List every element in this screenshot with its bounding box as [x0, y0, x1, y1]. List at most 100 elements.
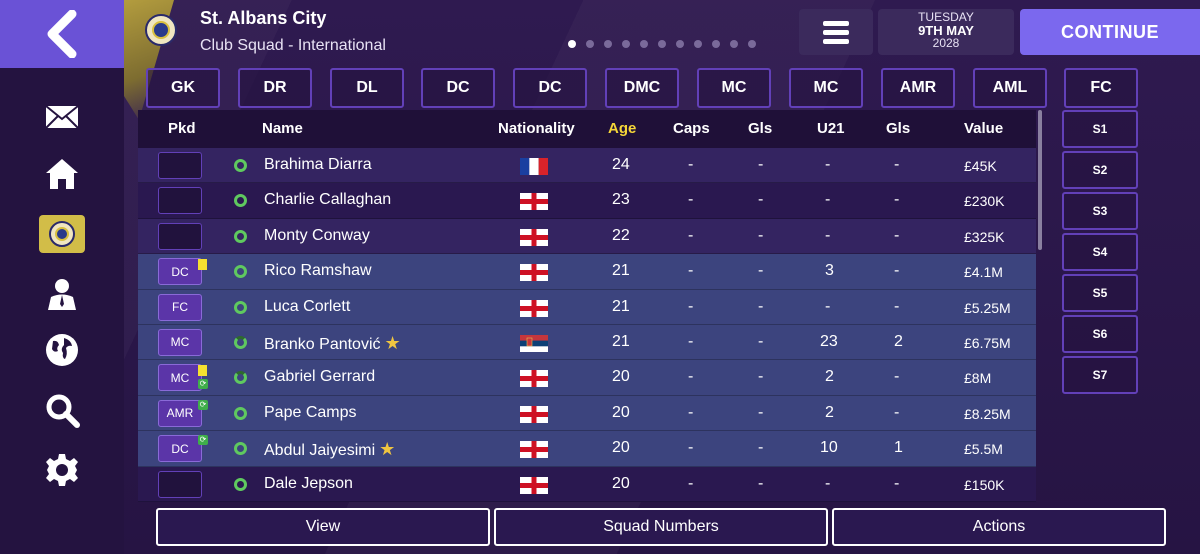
player-name[interactable]: Dale Jepson	[264, 475, 353, 493]
club-crest-icon	[39, 215, 85, 253]
player-u21-goals: -	[894, 474, 900, 492]
page-dot[interactable]	[658, 40, 666, 48]
col-u21[interactable]: U21	[817, 120, 845, 137]
page-dot[interactable]	[712, 40, 720, 48]
page-dot[interactable]	[568, 40, 576, 48]
settings-nav[interactable]	[39, 448, 85, 492]
player-name[interactable]: Rico Ramshaw	[264, 262, 372, 280]
world-nav[interactable]	[39, 328, 85, 372]
page-dot[interactable]	[748, 40, 756, 48]
position-slot-amr[interactable]: AMR	[881, 68, 955, 108]
table-row[interactable]: AMR ⟳ Pape Camps 20 - - 2 - £8.25M	[138, 395, 1036, 432]
view-button[interactable]: View	[156, 508, 490, 546]
position-slot-fc[interactable]: FC	[1064, 68, 1138, 108]
player-name[interactable]: Abdul Jaiyesimi ★	[264, 439, 395, 460]
sub-slot-s7[interactable]: S7	[1062, 356, 1138, 394]
table-row[interactable]: FC Luca Corlett 21 - - - - £5.25M	[138, 289, 1036, 325]
picked-position[interactable]: DC	[158, 435, 202, 463]
player-name[interactable]: Charlie Callaghan	[264, 191, 391, 209]
table-row[interactable]: DC ⟳ Abdul Jaiyesimi ★ 20 - - 10 1 £5.5M	[138, 431, 1036, 467]
picked-position[interactable]: AMR	[158, 399, 202, 427]
page-dot[interactable]	[640, 40, 648, 48]
player-name[interactable]: Monty Conway	[264, 227, 370, 245]
picked-position[interactable]: FC	[158, 293, 202, 321]
player-value: £5.25M	[964, 299, 1011, 316]
table-row[interactable]: Brahima Diarra 24 - - - - £45K	[138, 148, 1036, 184]
position-slot-gk[interactable]: GK	[146, 68, 220, 108]
picked-position[interactable]: MC	[158, 364, 202, 392]
player-age: 20	[612, 368, 630, 386]
page-dot[interactable]	[604, 40, 612, 48]
position-slot-aml[interactable]: AML	[973, 68, 1047, 108]
col-u21-gls[interactable]: Gls	[886, 120, 910, 137]
table-row[interactable]: MC ⟳ Gabriel Gerrard 20 - - 2 - £8M	[138, 360, 1036, 396]
col-age[interactable]: Age	[608, 120, 636, 137]
sub-slot-s3[interactable]: S3	[1062, 192, 1138, 230]
search-icon	[46, 394, 80, 428]
sub-slot-s6[interactable]: S6	[1062, 315, 1138, 353]
menu-button[interactable]	[799, 9, 873, 55]
col-value[interactable]: Value	[964, 120, 1003, 137]
picked-position[interactable]	[158, 187, 202, 215]
col-pkd[interactable]: Pkd	[168, 120, 196, 137]
back-button[interactable]	[0, 0, 124, 68]
page-dot[interactable]	[586, 40, 594, 48]
sub-slot-s1[interactable]: S1	[1062, 110, 1138, 148]
home-nav[interactable]	[39, 152, 85, 196]
inbox-nav[interactable]	[39, 95, 85, 139]
position-slot-mc[interactable]: MC	[789, 68, 863, 108]
picked-position[interactable]	[158, 152, 202, 179]
page-dot[interactable]	[622, 40, 630, 48]
player-u21-goals: -	[894, 262, 900, 280]
player-age: 20	[612, 439, 630, 457]
table-row[interactable]: MC Branko Pantović ★ 21 - - 23 2 £6.75M	[138, 324, 1036, 361]
page-dot[interactable]	[676, 40, 684, 48]
chevron-left-icon	[47, 10, 77, 58]
envelope-icon	[45, 105, 79, 129]
position-slot-dc[interactable]: DC	[421, 68, 495, 108]
sub-slot-s4[interactable]: S4	[1062, 233, 1138, 271]
col-gls[interactable]: Gls	[748, 120, 772, 137]
player-caps: -	[688, 403, 694, 421]
position-slot-dl[interactable]: DL	[330, 68, 404, 108]
position-slot-dr[interactable]: DR	[238, 68, 312, 108]
table-scrollbar[interactable]	[1038, 110, 1042, 250]
sub-slot-s5[interactable]: S5	[1062, 274, 1138, 312]
actions-button[interactable]: Actions	[832, 508, 1166, 546]
table-row[interactable]: DC Rico Ramshaw 21 - - 3 - £4.1M	[138, 254, 1036, 290]
club-nav[interactable]	[39, 212, 85, 256]
continue-button[interactable]: CONTINUE	[1020, 9, 1200, 55]
player-caps: -	[688, 297, 694, 315]
player-u21-caps: -	[825, 297, 831, 315]
position-slot-dmc[interactable]: DMC	[605, 68, 679, 108]
star-icon: ★	[379, 439, 396, 460]
position-slot-mc[interactable]: MC	[697, 68, 771, 108]
picked-position[interactable]	[158, 470, 202, 498]
col-caps[interactable]: Caps	[673, 120, 710, 137]
player-name-text: Branko Pantović	[264, 335, 381, 353]
page-dot[interactable]	[694, 40, 702, 48]
col-nationality[interactable]: Nationality	[498, 120, 575, 137]
picked-position[interactable]: DC	[158, 258, 202, 286]
picked-position[interactable]: MC	[158, 328, 202, 356]
squad-numbers-button[interactable]: Squad Numbers	[494, 508, 828, 546]
player-name[interactable]: Branko Pantović ★	[264, 333, 401, 354]
staff-nav[interactable]	[39, 272, 85, 316]
condition-icon	[234, 229, 247, 243]
table-row[interactable]: Dale Jepson 20 - - - - £150K	[138, 466, 1036, 502]
player-name[interactable]: Pape Camps	[264, 404, 357, 422]
player-name[interactable]: Gabriel Gerrard	[264, 368, 375, 386]
player-name[interactable]: Brahima Diarra	[264, 156, 372, 174]
position-slot-dc[interactable]: DC	[513, 68, 587, 108]
page-dot[interactable]	[730, 40, 738, 48]
search-nav[interactable]	[39, 388, 85, 432]
date-display[interactable]: TUESDAY 9TH MAY 2028	[878, 9, 1014, 55]
picked-position[interactable]	[158, 222, 202, 250]
serbia-flag-icon	[520, 334, 548, 352]
condition-icon	[234, 371, 247, 385]
table-row[interactable]: Monty Conway 22 - - - - £325K	[138, 218, 1036, 255]
player-name[interactable]: Luca Corlett	[264, 298, 350, 316]
col-name[interactable]: Name	[262, 120, 303, 137]
sub-slot-s2[interactable]: S2	[1062, 151, 1138, 189]
table-row[interactable]: Charlie Callaghan 23 - - - - £230K	[138, 183, 1036, 219]
